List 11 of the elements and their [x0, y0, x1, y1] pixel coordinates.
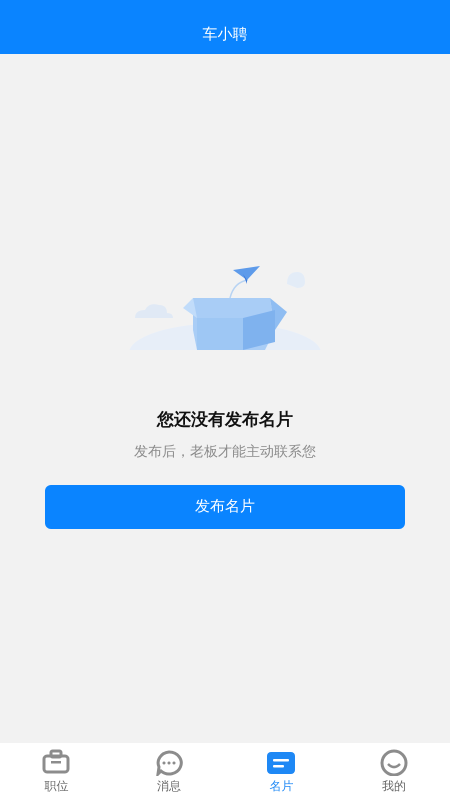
publish-card-button[interactable]: 发布名片 [45, 484, 405, 528]
empty-title: 您还没有发布名片 [157, 409, 293, 432]
tab-item[interactable]: 名片 [225, 743, 338, 800]
briefcase-icon [41, 748, 72, 776]
header-title: 车小聘 [202, 24, 248, 44]
smile-icon [378, 748, 409, 776]
tab-item[interactable]: 职位 [0, 743, 112, 800]
empty-message: 发布后，老板才能主动联系您 [134, 442, 316, 462]
chat-icon [154, 748, 184, 776]
tab-item[interactable]: 我的 [338, 743, 450, 800]
tab-item[interactable]: 消息 [112, 743, 225, 800]
